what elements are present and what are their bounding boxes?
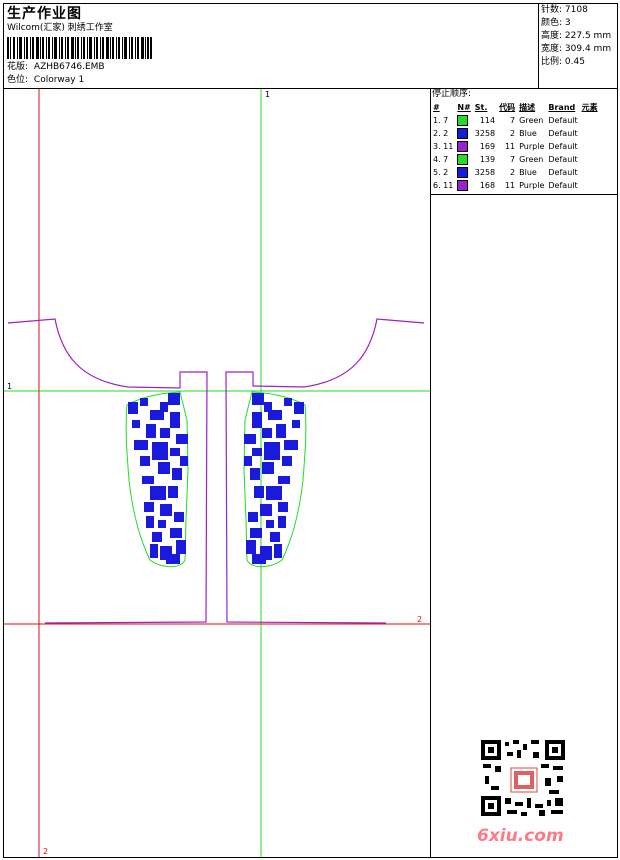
left-motif (128, 393, 188, 564)
right-motif (244, 393, 304, 564)
embroidery-canvas (4, 89, 567, 857)
guide-mark-bottom: 2 (43, 847, 49, 856)
watermark-text: 6xiu.com (477, 826, 564, 846)
guide-mark-right: 2 (417, 615, 423, 624)
guide-mark-top: 1 (265, 90, 271, 99)
qr-code (479, 738, 567, 818)
guide-mark-left: 1 (7, 382, 13, 391)
garment-outline (7, 318, 425, 624)
